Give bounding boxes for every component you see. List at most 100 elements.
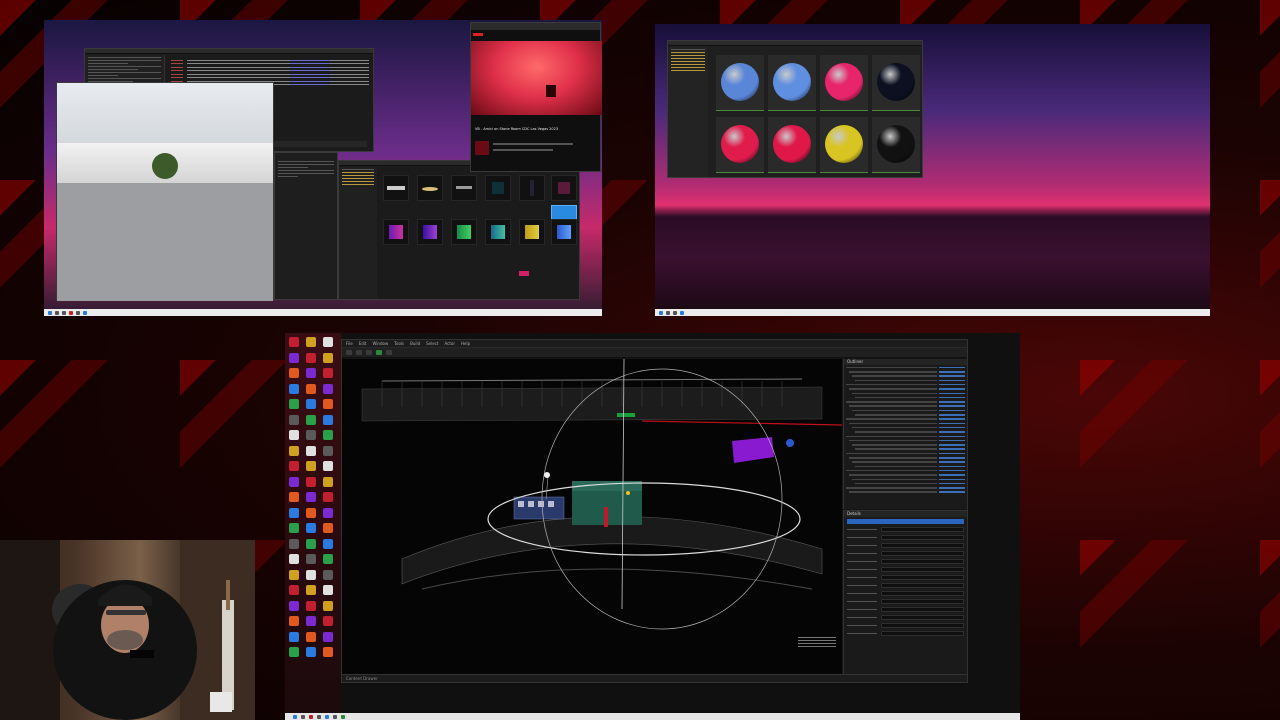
content-folder-tree[interactable] xyxy=(339,167,377,299)
desktop-shortcut-icon[interactable] xyxy=(323,430,333,440)
desktop-shortcut-icon[interactable] xyxy=(289,647,299,657)
settings-panel[interactable] xyxy=(274,152,338,300)
material-thumbnail[interactable] xyxy=(872,55,920,111)
asset-thumbnail[interactable] xyxy=(383,219,409,245)
asset-thumbnail[interactable] xyxy=(451,219,477,245)
material-folder-tree[interactable] xyxy=(668,47,708,177)
desktop-shortcut-icon[interactable] xyxy=(306,414,316,425)
material-browser-window[interactable] xyxy=(667,40,923,178)
desktop-shortcut-icon[interactable] xyxy=(306,616,316,626)
related-video-thumbnail[interactable] xyxy=(475,141,489,155)
asset-thumbnail[interactable] xyxy=(551,219,577,245)
level-viewport[interactable] xyxy=(342,359,842,675)
outliner-row[interactable] xyxy=(846,478,965,482)
editor-menubar[interactable]: File Edit Window Tools Build Select Acto… xyxy=(342,340,967,348)
outliner-panel[interactable]: Outliner xyxy=(843,359,967,509)
material-thumbnail[interactable] xyxy=(820,55,868,111)
outliner-row[interactable] xyxy=(846,379,965,383)
desktop-shortcut-icon[interactable] xyxy=(306,430,316,440)
taskbar-app-icon[interactable] xyxy=(317,714,321,719)
desktop-shortcut-icon[interactable] xyxy=(306,507,316,518)
taskbar-app-icon[interactable] xyxy=(309,714,313,719)
desktop-shortcut-icon[interactable] xyxy=(306,647,316,657)
outliner-row[interactable] xyxy=(846,413,965,417)
details-property-row[interactable] xyxy=(847,574,964,581)
taskbar-app-icon[interactable] xyxy=(680,310,684,315)
outliner-row[interactable] xyxy=(846,370,965,374)
menu-item[interactable]: Build xyxy=(410,341,420,346)
taskbar-app-icon[interactable] xyxy=(83,310,87,315)
editor-status-bar[interactable]: Content Drawer xyxy=(342,674,967,682)
taskbar-app-icon[interactable] xyxy=(666,310,670,315)
desktop-shortcut-icon[interactable] xyxy=(289,600,299,611)
details-property-row[interactable] xyxy=(847,582,964,589)
outliner-row[interactable] xyxy=(846,400,965,404)
desktop-shortcut-icon[interactable] xyxy=(289,569,299,580)
desktop-shortcut-icon[interactable] xyxy=(323,492,333,502)
content-button[interactable] xyxy=(366,350,372,355)
desktop-shortcut-icon[interactable] xyxy=(306,523,316,533)
menu-item[interactable]: File xyxy=(346,341,353,346)
outliner-row[interactable] xyxy=(846,456,965,460)
desktop-shortcut-icon[interactable] xyxy=(289,476,299,487)
outliner-row[interactable] xyxy=(846,482,965,486)
desktop-shortcut-icon[interactable] xyxy=(289,399,299,409)
outliner-row[interactable] xyxy=(846,443,965,447)
video-player[interactable] xyxy=(471,41,602,115)
asset-thumbnail[interactable] xyxy=(451,175,477,201)
outliner-row[interactable] xyxy=(846,447,965,451)
desktop-shortcut-icon[interactable] xyxy=(323,554,333,564)
content-browser-window[interactable] xyxy=(338,160,580,300)
outliner-row[interactable] xyxy=(846,473,965,477)
asset-thumbnail-small[interactable] xyxy=(519,271,529,276)
menu-item[interactable]: Actor xyxy=(444,341,455,346)
material-thumbnail[interactable] xyxy=(768,55,816,111)
desktop-shortcut-icon[interactable] xyxy=(306,492,316,502)
top-left-taskbar[interactable] xyxy=(44,309,602,316)
taskbar-app-icon[interactable] xyxy=(341,714,345,719)
windows-start-icon[interactable] xyxy=(659,310,663,315)
outliner-row[interactable] xyxy=(846,465,965,469)
desktop-shortcut-icon[interactable] xyxy=(323,631,333,642)
details-property-row[interactable] xyxy=(847,526,964,533)
details-property-row[interactable] xyxy=(847,614,964,621)
desktop-shortcut-icon[interactable] xyxy=(323,585,333,595)
desktop-shortcut-icon[interactable] xyxy=(323,600,333,611)
outliner-row[interactable] xyxy=(846,383,965,387)
desktop-shortcut-icon[interactable] xyxy=(289,616,299,626)
desktop-shortcut-icon[interactable] xyxy=(306,631,316,642)
desktop-shortcut-icon[interactable] xyxy=(289,337,299,347)
desktop-shortcut-icon[interactable] xyxy=(289,554,299,564)
asset-thumbnail[interactable] xyxy=(417,175,443,201)
taskbar-app-icon[interactable] xyxy=(301,714,305,719)
outliner-row[interactable] xyxy=(846,409,965,413)
menu-item[interactable]: Tools xyxy=(394,341,404,346)
desktop-shortcut-icon[interactable] xyxy=(306,461,316,471)
details-property-row[interactable] xyxy=(847,566,964,573)
desktop-shortcut-icon[interactable] xyxy=(289,538,299,549)
desktop-shortcut-icon[interactable] xyxy=(289,383,299,394)
details-property-row[interactable] xyxy=(847,630,964,637)
desktop-shortcut-icon[interactable] xyxy=(306,352,316,363)
menu-item[interactable]: Help xyxy=(461,341,470,346)
desktop-shortcut-icon[interactable] xyxy=(306,445,316,456)
desktop-shortcut-icon[interactable] xyxy=(323,507,333,518)
desktop-shortcut-icon[interactable] xyxy=(306,383,316,394)
asset-thumbnail[interactable] xyxy=(383,175,409,201)
details-property-row[interactable] xyxy=(847,558,964,565)
windows-taskbar[interactable] xyxy=(285,713,1020,720)
desktop-shortcut-icon[interactable] xyxy=(323,461,333,471)
desktop-shortcut-icon[interactable] xyxy=(306,600,316,611)
desktop-shortcut-icon[interactable] xyxy=(323,368,333,378)
desktop-shortcut-icon[interactable] xyxy=(289,523,299,533)
details-panel[interactable]: Details xyxy=(843,510,967,675)
taskbar-app-icon[interactable] xyxy=(333,714,337,719)
desktop-shortcut-icon[interactable] xyxy=(289,461,299,471)
taskbar-app-icon[interactable] xyxy=(325,714,329,719)
taskbar-app-icon[interactable] xyxy=(69,310,73,315)
desktop-shortcut-icon[interactable] xyxy=(289,445,299,456)
outliner-row[interactable] xyxy=(846,435,965,439)
asset-thumbnail[interactable] xyxy=(417,219,443,245)
outliner-row[interactable] xyxy=(846,366,965,370)
details-property-row[interactable] xyxy=(847,550,964,557)
